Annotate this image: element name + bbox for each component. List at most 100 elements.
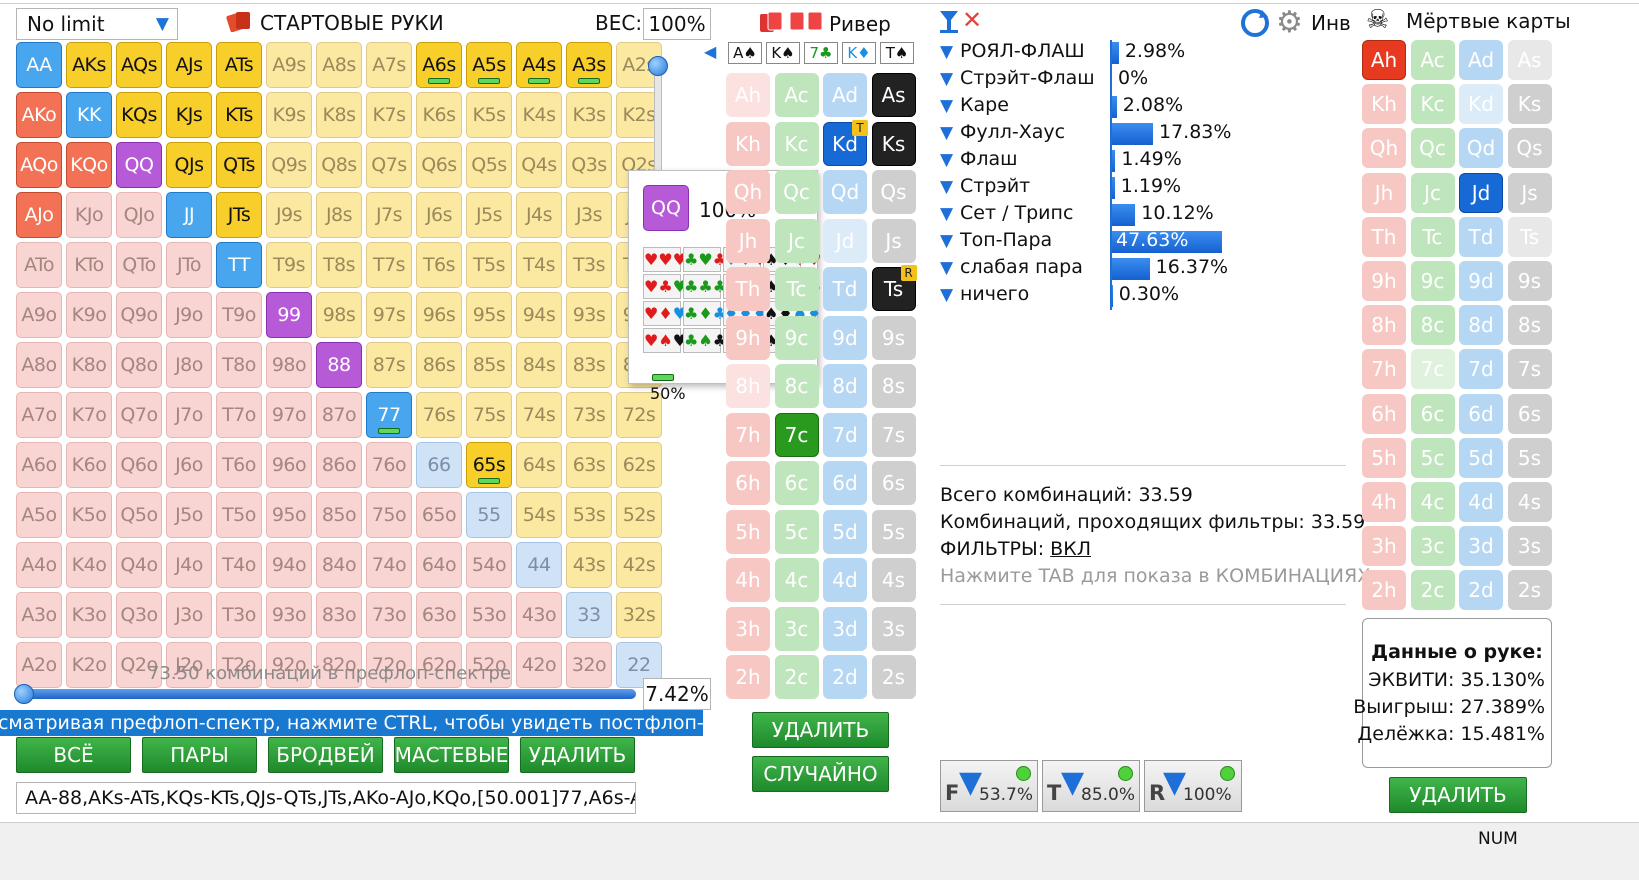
filter-icon[interactable]: ▼	[940, 204, 953, 224]
hand-cell[interactable]: T6s	[416, 242, 462, 288]
dead-card[interactable]: 5s	[1507, 437, 1552, 478]
hand-cell[interactable]: Q4o	[116, 542, 162, 588]
hand-cell[interactable]: JJ	[166, 192, 212, 238]
combo-cell[interactable]: ♣♠♣♠	[683, 328, 741, 353]
hand-cell[interactable]: K3s	[566, 92, 612, 138]
filters-toggle-link[interactable]: ВКЛ	[1050, 538, 1091, 560]
hand-cell[interactable]: 93o	[266, 592, 312, 638]
hand-cell[interactable]: T9o	[216, 292, 262, 338]
hand-cell[interactable]: A6o	[16, 442, 62, 488]
board-card[interactable]: 4s	[871, 558, 916, 602]
board-card[interactable]: 8s	[871, 364, 916, 408]
hand-cell[interactable]: AJo	[16, 192, 62, 238]
board-card[interactable]: 2s	[871, 655, 916, 699]
hand-cell[interactable]: Q8s	[316, 142, 362, 188]
dead-card[interactable]: Qh	[1362, 128, 1406, 169]
hand-cell[interactable]: 94s	[516, 292, 562, 338]
board-card[interactable]: 2d	[823, 655, 867, 699]
category-row[interactable]: ▼ РОЯЛ-ФЛАШ 2.98%	[940, 40, 1350, 67]
hand-cell[interactable]: 84s	[516, 342, 562, 388]
hand-cell[interactable]: KTo	[66, 242, 112, 288]
board-card[interactable]: Th	[726, 267, 770, 311]
hand-cell[interactable]: QTo	[116, 242, 162, 288]
hand-cell[interactable]: 65o	[416, 492, 462, 538]
hand-cell[interactable]: 87s	[366, 342, 412, 388]
hand-cell[interactable]: J7s	[366, 192, 412, 238]
hand-cell[interactable]: K7s	[366, 92, 412, 138]
hand-cell[interactable]: 84o	[316, 542, 362, 588]
dead-card[interactable]: 9h	[1362, 261, 1406, 301]
hand-cell[interactable]: A6s	[416, 42, 462, 88]
category-row[interactable]: ▼ Каре 2.08%	[940, 94, 1350, 121]
category-row[interactable]: ▼ Флаш 1.49%	[940, 148, 1350, 175]
board-slot[interactable]: A♠	[728, 42, 762, 64]
dead-delete-button[interactable]: УДАЛИТЬ	[1389, 777, 1527, 813]
board-card[interactable]: 2h	[726, 655, 770, 699]
hand-cell[interactable]: Q9s	[266, 142, 312, 188]
gear-icon[interactable]: ⚙	[1276, 5, 1303, 40]
board-card[interactable]: 7h	[726, 412, 770, 457]
board-card[interactable]: Kh	[726, 121, 770, 166]
hand-cell[interactable]: 43o	[516, 592, 562, 638]
clear-filter-icon[interactable]: ✕	[962, 6, 982, 34]
dead-card[interactable]: Td	[1459, 216, 1503, 257]
hand-cell[interactable]: J6o	[166, 442, 212, 488]
hand-cell[interactable]: AKo	[16, 92, 62, 138]
hand-cell[interactable]: AQs	[116, 42, 162, 88]
dead-card[interactable]: 6s	[1507, 393, 1552, 434]
hand-cell[interactable]: A8s	[316, 42, 362, 88]
hand-cell[interactable]: J4s	[516, 192, 562, 238]
hand-cell[interactable]: A9o	[16, 292, 62, 338]
filter-icon[interactable]: ▼	[940, 258, 953, 278]
range-string-input[interactable]: AA-88,AKs-ATs,KQs-KTs,QJs-QTs,JTs,AKo-AJ…	[16, 782, 636, 814]
hand-cell[interactable]: J5s	[466, 192, 512, 238]
board-card[interactable]: Ac	[774, 73, 819, 117]
dead-card[interactable]: 5c	[1410, 437, 1455, 478]
hand-cell[interactable]: K5o	[66, 492, 112, 538]
board-card[interactable]: Qs	[871, 170, 916, 214]
category-row[interactable]: ▼ Стрэйт 1.19%	[940, 175, 1350, 202]
board-card[interactable]: 6d	[823, 461, 867, 505]
dead-card[interactable]: Qc	[1410, 128, 1455, 169]
dead-card[interactable]: Ad	[1459, 40, 1503, 80]
dead-card[interactable]: As	[1507, 40, 1552, 80]
hand-cell[interactable]: 96o	[266, 442, 312, 488]
hand-cell[interactable]: QTs	[216, 142, 262, 188]
hand-cell[interactable]: T9s	[266, 242, 312, 288]
hand-cell[interactable]: K2o	[66, 642, 112, 688]
hand-cell[interactable]: 54s	[516, 492, 562, 538]
weight-input[interactable]: 100%	[643, 8, 711, 40]
combo-cell[interactable]: ♣♥♣♥	[683, 247, 741, 272]
hand-cell[interactable]: T5o	[216, 492, 262, 538]
category-row[interactable]: ▼ слабая пара 16.37%	[940, 256, 1350, 283]
board-card[interactable]: 6h	[726, 461, 770, 505]
category-row[interactable]: ▼ Фулл-Хаус 17.83%	[940, 121, 1350, 148]
board-card[interactable]: Qc	[774, 170, 819, 214]
hand-cell[interactable]: A4s	[516, 42, 562, 88]
hand-cell[interactable]: 98o	[266, 342, 312, 388]
hand-cell[interactable]: JTo	[166, 242, 212, 288]
hand-cell[interactable]: J5o	[166, 492, 212, 538]
hand-cell[interactable]: AKs	[66, 42, 112, 88]
range-suited-button[interactable]: МАСТЕВЫЕ	[394, 737, 509, 773]
hand-cell[interactable]: Q7o	[116, 392, 162, 438]
hand-cell[interactable]: 85o	[316, 492, 362, 538]
hand-cell[interactable]: A5s	[466, 42, 512, 88]
dead-card[interactable]: 2h	[1362, 570, 1406, 611]
hand-cell[interactable]: K3o	[66, 592, 112, 638]
hand-cell[interactable]: KQo	[66, 142, 112, 188]
dead-card[interactable]: Jh	[1362, 172, 1406, 213]
hand-cell[interactable]: 86o	[316, 442, 362, 488]
hand-cell[interactable]: 74s	[516, 392, 562, 438]
dead-card[interactable]: 7d	[1459, 349, 1503, 390]
hand-cell[interactable]: 98s	[316, 292, 362, 338]
hand-cell[interactable]: QJo	[116, 192, 162, 238]
board-card[interactable]: 7d	[823, 412, 867, 457]
board-card[interactable]: 7s	[871, 412, 916, 457]
combo-cell[interactable]: ♥♠♥♠	[643, 328, 701, 353]
hand-cell[interactable]: J8s	[316, 192, 362, 238]
category-row[interactable]: ▼ Топ-Пара 47.63%	[940, 229, 1350, 256]
hand-cell[interactable]: Q5o	[116, 492, 162, 538]
board-card[interactable]: 9h	[726, 315, 770, 360]
hand-cell[interactable]: T4o	[216, 542, 262, 588]
